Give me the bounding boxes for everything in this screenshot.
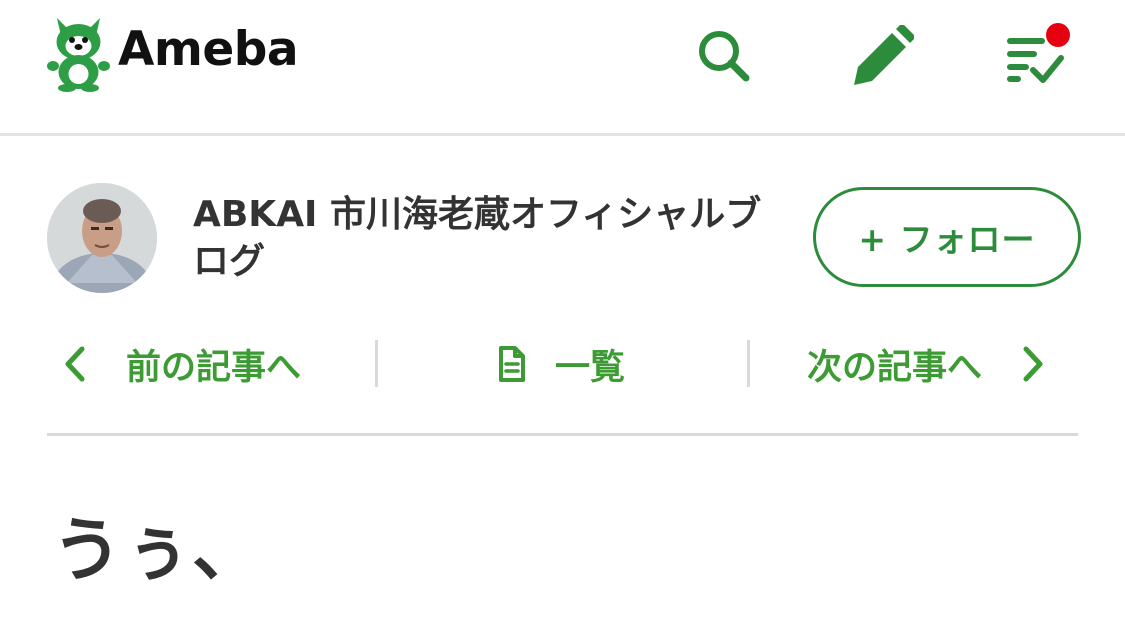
search-icon[interactable] bbox=[696, 28, 752, 84]
prev-article-label: 前の記事へ bbox=[126, 347, 302, 388]
chevron-right-icon bbox=[1023, 346, 1043, 382]
document-icon bbox=[499, 346, 525, 382]
article-list-link[interactable]: 一覧 bbox=[495, 338, 625, 390]
chevron-left-icon bbox=[65, 346, 85, 382]
blog-title[interactable]: ABKAI 市川海老蔵オフィシャルブログ bbox=[193, 191, 783, 285]
pen-icon[interactable] bbox=[848, 25, 914, 87]
next-article-label: 次の記事へ bbox=[807, 347, 983, 388]
article-title: うぅ、 bbox=[52, 509, 262, 591]
notification-badge bbox=[1046, 23, 1070, 47]
next-article-link[interactable]: 次の記事へ bbox=[807, 338, 1048, 390]
avatar-portrait bbox=[47, 183, 157, 293]
section-divider bbox=[47, 433, 1078, 436]
ameba-logo-text[interactable]: Ameba bbox=[118, 22, 299, 77]
follow-button[interactable]: + フォロー bbox=[813, 187, 1081, 287]
article-list-label: 一覧 bbox=[555, 347, 626, 388]
nav-divider bbox=[747, 340, 750, 387]
nav-divider bbox=[375, 340, 378, 387]
avatar[interactable] bbox=[47, 183, 157, 293]
prev-article-link[interactable]: 前の記事へ bbox=[60, 338, 301, 390]
ameba-logo-icon[interactable] bbox=[47, 16, 110, 92]
header-bar: Ameba bbox=[0, 0, 1125, 136]
